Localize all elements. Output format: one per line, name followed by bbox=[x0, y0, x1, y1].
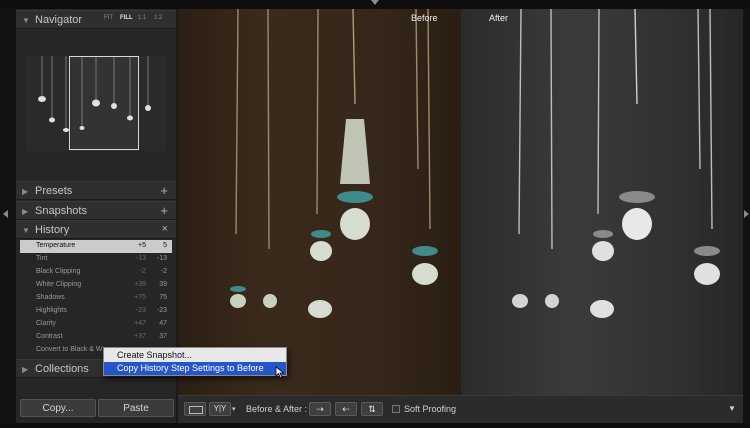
history-step-after: 37 bbox=[159, 333, 167, 340]
history-step-name: Shadows bbox=[36, 294, 65, 301]
history-step-before: -23 bbox=[135, 307, 146, 314]
snapshots-title: Snapshots bbox=[35, 205, 87, 217]
history-step-before: +47 bbox=[134, 320, 146, 327]
chevron-down-icon[interactable]: ▼ bbox=[728, 404, 736, 413]
copy-before-to-after-icon[interactable]: ⇢ bbox=[309, 402, 331, 416]
top-panel-toggle-icon[interactable] bbox=[371, 0, 379, 5]
history-step-name: Temperature bbox=[36, 242, 76, 249]
history-step[interactable]: Temperature +5 5 bbox=[20, 240, 172, 253]
history-step-name: Black Clipping bbox=[36, 268, 81, 275]
history-step-after: 39 bbox=[159, 281, 167, 288]
navigator-title: Navigator bbox=[35, 14, 83, 26]
mouse-cursor-icon bbox=[275, 366, 285, 379]
history-title: History bbox=[35, 224, 70, 236]
history-step-name: Contrast bbox=[36, 333, 63, 340]
navigator-view-frame[interactable] bbox=[69, 56, 139, 150]
history-step-name: White Clipping bbox=[36, 281, 82, 288]
expand-icon: ▶ bbox=[22, 207, 29, 216]
toolbar: Y|Y ▾ Before & After : ⇢ ⇠ ⇅ Soft Proofi… bbox=[178, 395, 743, 423]
presets-title: Presets bbox=[35, 185, 73, 197]
history-step-after: 5 bbox=[163, 242, 167, 249]
history-step[interactable]: Clarity +47 47 bbox=[20, 318, 172, 331]
add-snapshot-icon[interactable]: + bbox=[160, 203, 168, 218]
create-snapshot-menu-item[interactable]: Create Snapshot... bbox=[104, 349, 286, 362]
bottom-panel-bar bbox=[0, 423, 750, 428]
add-preset-icon[interactable]: + bbox=[160, 183, 168, 198]
history-list: Temperature +5 5 Tint -13 -13 Black Clip… bbox=[20, 240, 172, 357]
navigator-preview[interactable] bbox=[26, 56, 166, 151]
history-step-before: +39 bbox=[134, 281, 146, 288]
copy-history-step-to-before-menu-item[interactable]: Copy History Step Settings to Before bbox=[104, 362, 286, 375]
history-step-name: Tint bbox=[36, 255, 48, 262]
zoom-fill[interactable]: FILL bbox=[120, 15, 133, 21]
history-step-before: +75 bbox=[134, 294, 146, 301]
history-step[interactable]: Black Clipping -2 -2 bbox=[20, 266, 172, 279]
history-step-before: -2 bbox=[139, 268, 146, 275]
presets-header[interactable]: ▶ Presets + bbox=[16, 181, 176, 200]
zoom-1-1[interactable]: 1:1 bbox=[138, 15, 146, 21]
history-header[interactable]: ▼ History × bbox=[16, 220, 176, 239]
before-after-view[interactable]: Before After bbox=[178, 9, 743, 395]
copy-button[interactable]: Copy... bbox=[20, 399, 96, 417]
after-label: After bbox=[489, 13, 509, 23]
lamps-photo bbox=[230, 9, 720, 318]
history-step-after: -13 bbox=[156, 255, 167, 262]
collapse-icon: ▼ bbox=[22, 226, 30, 235]
history-step-before: +5 bbox=[138, 242, 146, 249]
history-step-before: +37 bbox=[134, 333, 146, 340]
history-step-before: -13 bbox=[135, 255, 146, 262]
view-mode-menu-icon[interactable]: ▾ bbox=[232, 405, 236, 413]
before-after-view-icon[interactable]: Y|Y bbox=[209, 402, 231, 416]
menu-item-label: Create Snapshot... bbox=[117, 350, 193, 360]
history-step[interactable]: Tint -13 -13 bbox=[20, 253, 172, 266]
soft-proofing-checkbox[interactable] bbox=[392, 405, 400, 413]
clear-history-icon[interactable]: × bbox=[162, 223, 168, 235]
history-step-after: 47 bbox=[159, 320, 167, 327]
history-step[interactable]: Contrast +37 37 bbox=[20, 331, 172, 344]
history-step[interactable]: Shadows +75 75 bbox=[20, 292, 172, 305]
navigator-header[interactable]: ▼ Navigator FIT FILL 1:1 1:2 bbox=[16, 10, 176, 29]
loupe-view-icon[interactable] bbox=[184, 402, 206, 416]
before-label: Before bbox=[411, 13, 438, 23]
history-step-after: -23 bbox=[156, 307, 167, 314]
before-after-label: Before & After : bbox=[246, 404, 308, 414]
history-step-after: -2 bbox=[160, 268, 167, 275]
history-step-after: 75 bbox=[159, 294, 167, 301]
left-panel-toggle-icon[interactable] bbox=[3, 210, 8, 218]
history-step[interactable]: Highlights -23 -23 bbox=[20, 305, 172, 318]
zoom-fit[interactable]: FIT bbox=[104, 15, 113, 21]
collapse-icon: ▼ bbox=[22, 16, 30, 25]
snapshots-header[interactable]: ▶ Snapshots + bbox=[16, 201, 176, 220]
history-step[interactable]: White Clipping +39 39 bbox=[20, 279, 172, 292]
collections-title: Collections bbox=[35, 363, 89, 375]
context-menu: Create Snapshot... Copy History Step Set… bbox=[103, 347, 287, 376]
expand-icon: ▶ bbox=[22, 187, 29, 196]
zoom-1-2[interactable]: 1:2 bbox=[154, 15, 162, 21]
copy-after-to-before-icon[interactable]: ⇠ bbox=[335, 402, 357, 416]
menu-item-label: Copy History Step Settings to Before bbox=[117, 363, 264, 373]
paste-button[interactable]: Paste bbox=[98, 399, 174, 417]
history-step-name: Convert to Black & W bbox=[36, 346, 103, 353]
history-step-name: Highlights bbox=[36, 307, 67, 314]
swap-icon[interactable]: ⇅ bbox=[361, 402, 383, 416]
history-step-name: Clarity bbox=[36, 320, 56, 327]
soft-proofing-label: Soft Proofing bbox=[404, 404, 457, 414]
right-panel-toggle-icon[interactable] bbox=[744, 210, 749, 218]
expand-icon: ▶ bbox=[22, 365, 29, 374]
